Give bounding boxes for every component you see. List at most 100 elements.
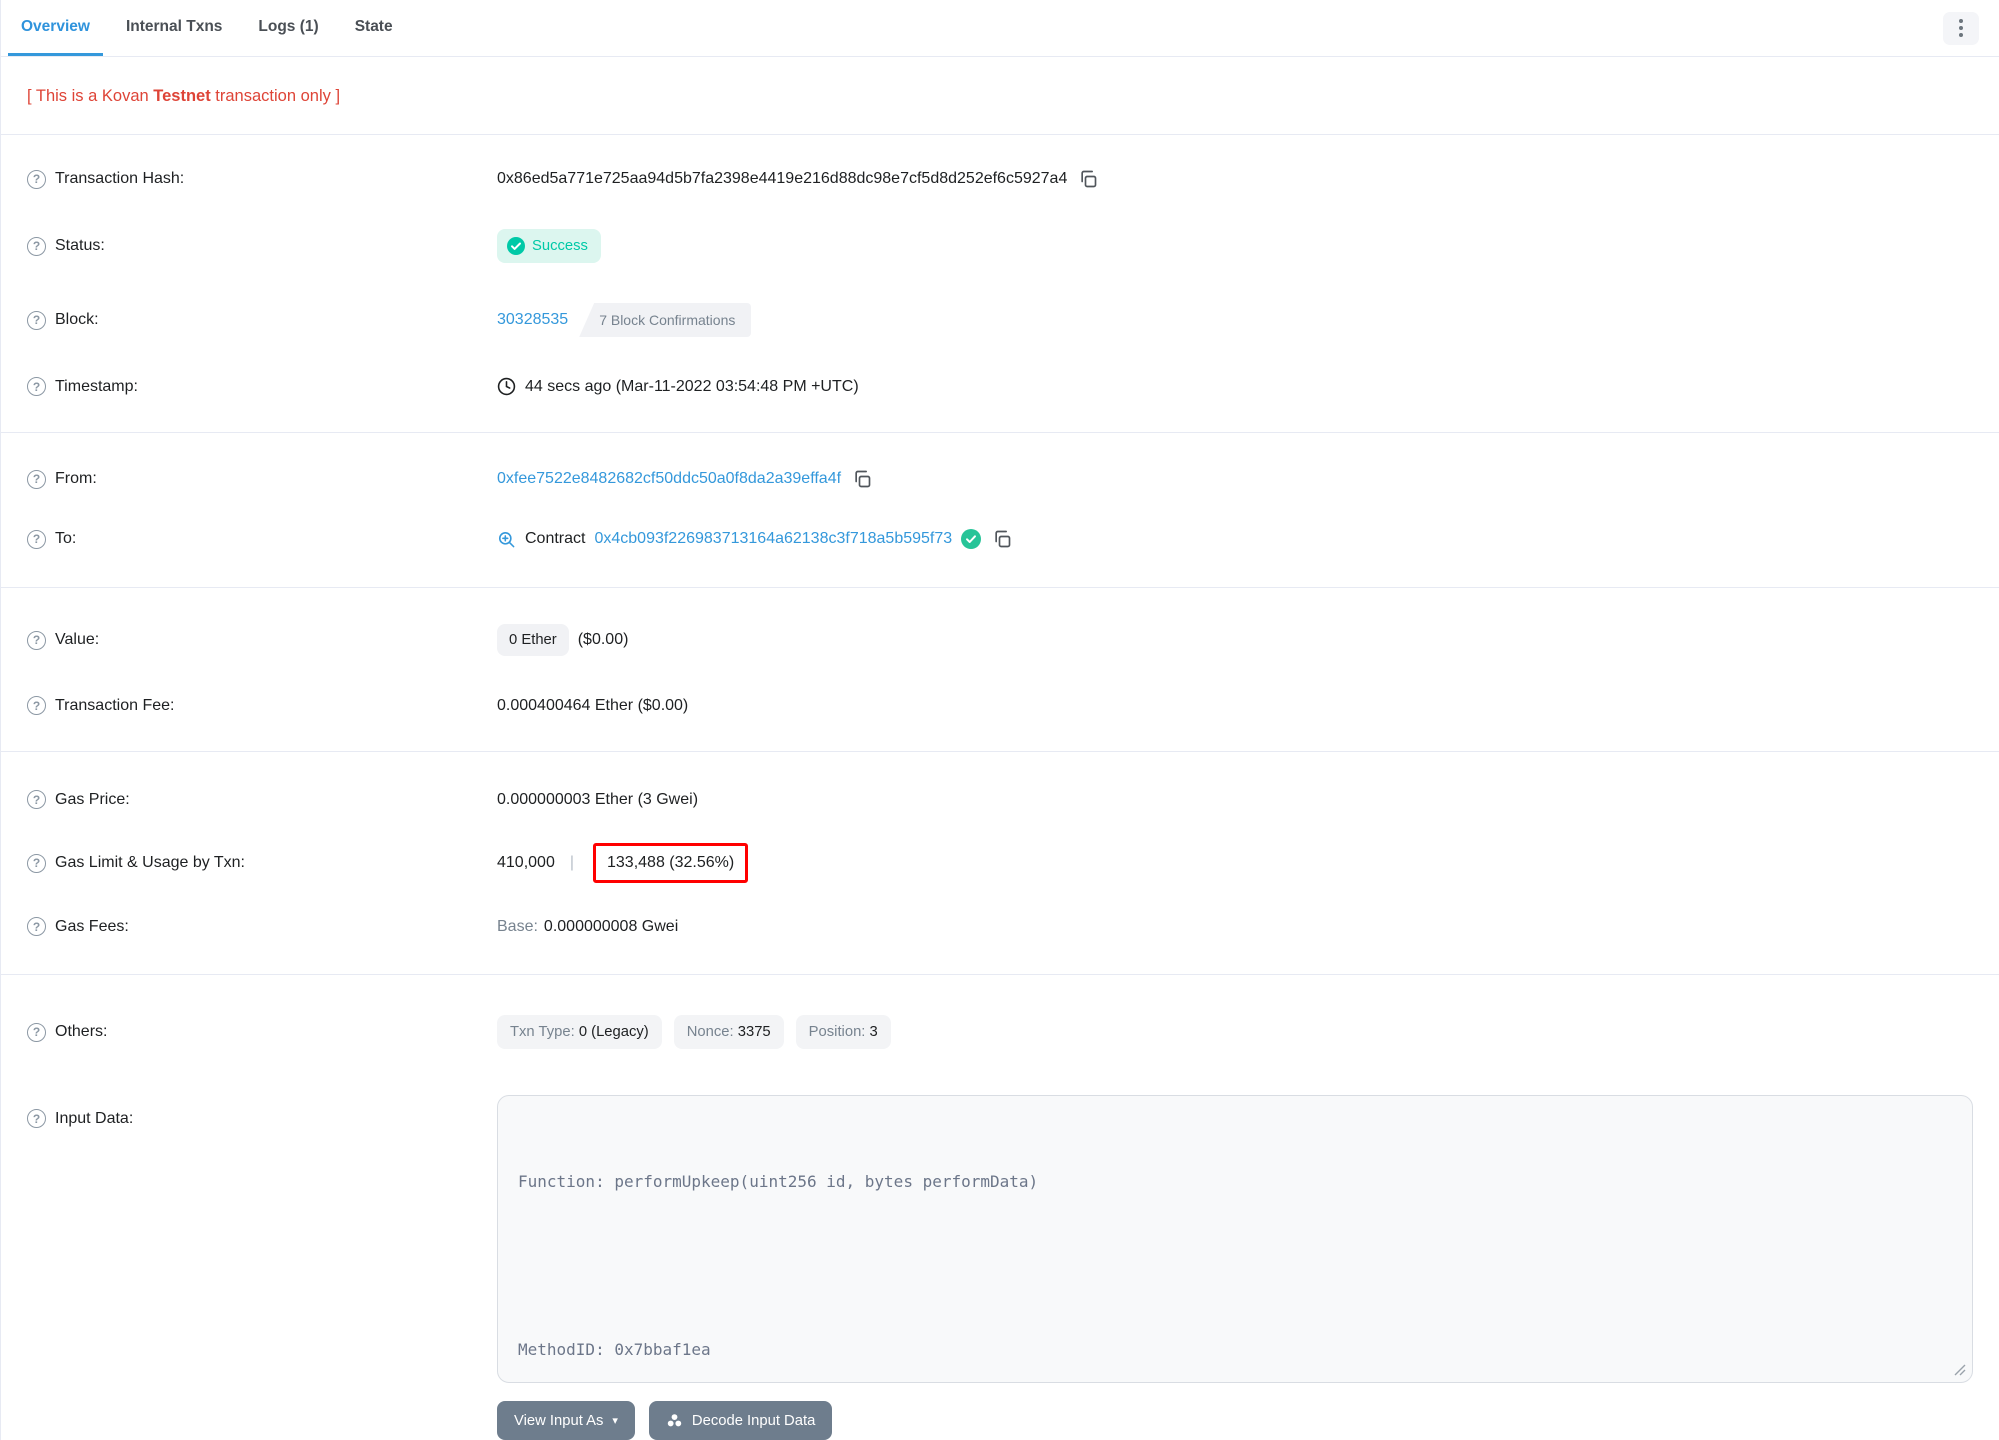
notice-bold: Testnet bbox=[153, 87, 211, 105]
kebab-icon bbox=[1959, 19, 1963, 23]
position-value: 3 bbox=[869, 1024, 878, 1040]
help-icon[interactable]: ? bbox=[27, 310, 46, 330]
input-function-line: Function: performUpkeep(uint256 id, byte… bbox=[518, 1172, 1039, 1191]
nonce-badge: Nonce: 3375 bbox=[673, 1015, 784, 1049]
copy-from-button[interactable] bbox=[850, 469, 874, 489]
tab-list: Overview Internal Txns Logs (1) State bbox=[8, 0, 416, 56]
decode-input-data-label: Decode Input Data bbox=[691, 1412, 816, 1429]
row-status: ? Status: Success bbox=[27, 209, 1973, 283]
row-block: ? Block: 30328535 7 Block Confirmations bbox=[27, 283, 1973, 357]
copy-hash-button[interactable] bbox=[1076, 169, 1100, 189]
block-number-link[interactable]: 30328535 bbox=[497, 311, 568, 329]
block-confirmations-badge: 7 Block Confirmations bbox=[579, 303, 752, 337]
help-icon[interactable]: ? bbox=[27, 853, 46, 873]
testnet-notice: [ This is a Kovan Testnet transaction on… bbox=[1, 57, 1999, 134]
status-label: Status: bbox=[55, 237, 105, 254]
input-blank-line bbox=[518, 1252, 1952, 1280]
help-icon[interactable]: ? bbox=[27, 630, 46, 650]
notice-suffix: transaction only ] bbox=[210, 87, 341, 105]
value-label: Value: bbox=[55, 631, 100, 648]
resize-handle-icon[interactable] bbox=[1954, 1364, 1966, 1376]
row-gas-price: ? Gas Price: 0.000000003 Ether (3 Gwei) bbox=[27, 770, 1973, 829]
tab-overview[interactable]: Overview bbox=[8, 0, 103, 56]
position-name: Position: bbox=[808, 1024, 870, 1040]
value-usd: ($0.00) bbox=[577, 631, 629, 648]
tab-logs[interactable]: Logs (1) bbox=[245, 0, 331, 56]
copy-icon bbox=[995, 530, 1011, 548]
help-icon[interactable]: ? bbox=[27, 790, 46, 809]
transaction-hash-label: Transaction Hash: bbox=[55, 170, 185, 187]
transaction-hash-value: 0x86ed5a771e725aa94d5b7fa2398e4419e216d8… bbox=[497, 170, 1068, 187]
view-input-as-button[interactable]: View Input As ▾ bbox=[497, 1401, 635, 1440]
copy-icon bbox=[1081, 170, 1097, 188]
help-icon[interactable]: ? bbox=[27, 169, 46, 189]
input-method-id: MethodID: 0x7bbaf1ea bbox=[518, 1340, 711, 1359]
decode-input-data-button[interactable]: Decode Input Data bbox=[648, 1401, 833, 1440]
row-gas-limit-usage: ? Gas Limit & Usage by Txn: 410,000 | 133… bbox=[27, 829, 1973, 897]
group-addresses: ? From: 0xfee7522e8482682cf50ddc50a0f8da2… bbox=[1, 432, 1999, 587]
txn-type-value: 0 (Legacy) bbox=[578, 1024, 649, 1040]
gas-base-value: 0.000000008 Gwei bbox=[543, 917, 679, 935]
status-text: Success bbox=[532, 238, 588, 254]
gas-price-value: 0.000000003 Ether (3 Gwei) bbox=[497, 790, 699, 808]
group-value: ? Value: 0 Ether ($0.00) ? Transaction Fee… bbox=[1, 587, 1999, 751]
block-label: Block: bbox=[55, 311, 99, 328]
transaction-fee-value: 0.000400464 Ether ($0.00) bbox=[497, 696, 689, 714]
others-label: Others: bbox=[55, 1023, 108, 1040]
help-icon[interactable]: ? bbox=[27, 469, 46, 489]
zoom-in-icon[interactable] bbox=[497, 530, 516, 549]
copy-icon bbox=[855, 470, 871, 488]
transaction-fee-label: Transaction Fee: bbox=[55, 696, 175, 714]
verified-check-icon bbox=[961, 529, 982, 549]
position-badge: Position: 3 bbox=[795, 1015, 891, 1049]
tab-state[interactable]: State bbox=[342, 0, 406, 56]
row-transaction-hash: ? Transaction Hash: 0x86ed5a771e725aa94d5… bbox=[27, 149, 1973, 209]
txn-type-badge: Txn Type: 0 (Legacy) bbox=[497, 1015, 662, 1049]
copy-to-button[interactable] bbox=[990, 529, 1014, 549]
row-from: ? From: 0xfee7522e8482682cf50ddc50a0f8da2… bbox=[27, 449, 1973, 509]
timestamp-value: 44 secs ago (Mar-11-2022 03:54:48 PM +UT… bbox=[525, 377, 859, 395]
help-icon[interactable]: ? bbox=[27, 529, 46, 549]
input-data-buttons: View Input As ▾ Decode Input Data bbox=[497, 1401, 1973, 1440]
input-data-textarea[interactable]: Function: performUpkeep(uint256 id, byte… bbox=[497, 1095, 1973, 1383]
row-to: ? To: Contract 0x4cb093f226983713164a6213… bbox=[27, 509, 1973, 569]
help-icon[interactable]: ? bbox=[27, 696, 46, 715]
to-address-link[interactable]: 0x4cb093f226983713164a62138c3f718a5b595f… bbox=[594, 530, 952, 548]
nonce-value: 3375 bbox=[737, 1024, 771, 1040]
transaction-overview-page: Overview Internal Txns Logs (1) State [ … bbox=[0, 0, 1999, 1440]
tab-bar: Overview Internal Txns Logs (1) State bbox=[1, 0, 1999, 57]
help-icon[interactable]: ? bbox=[27, 377, 46, 396]
group-others-input: ? Others: Txn Type: 0 (Legacy) Nonce: 337… bbox=[1, 974, 1999, 1440]
gas-limit-value: 410,000 bbox=[497, 854, 555, 871]
gas-fees-label: Gas Fees: bbox=[55, 917, 129, 935]
view-input-as-label: View Input As bbox=[514, 1412, 604, 1429]
help-icon[interactable]: ? bbox=[27, 236, 46, 256]
decode-icon bbox=[667, 1414, 682, 1427]
status-badge: Success bbox=[497, 229, 601, 263]
group-summary: ? Transaction Hash: 0x86ed5a771e725aa94d5… bbox=[1, 134, 1999, 432]
txn-type-name: Txn Type: bbox=[510, 1024, 579, 1040]
help-icon[interactable]: ? bbox=[27, 917, 46, 936]
gas-separator: | bbox=[569, 854, 574, 871]
gas-usage-value: 133,488 (32.56%) bbox=[607, 854, 735, 871]
to-type: Contract bbox=[525, 530, 586, 547]
tab-internal-txns[interactable]: Internal Txns bbox=[113, 0, 235, 56]
gas-limit-label: Gas Limit & Usage by Txn: bbox=[55, 854, 245, 871]
more-options-button[interactable] bbox=[1943, 11, 1979, 45]
to-label: To: bbox=[55, 530, 77, 547]
notice-prefix: [ This is a Kovan bbox=[27, 87, 154, 105]
row-timestamp: ? Timestamp: 44 secs ago (Mar-11-2022 03:… bbox=[27, 357, 1973, 416]
timestamp-label: Timestamp: bbox=[55, 377, 138, 395]
caret-down-icon: ▾ bbox=[612, 1415, 618, 1427]
value-amount-badge: 0 Ether bbox=[497, 624, 569, 656]
input-data-label: Input Data: bbox=[55, 1109, 134, 1127]
row-others: ? Others: Txn Type: 0 (Legacy) Nonce: 337… bbox=[27, 995, 1973, 1069]
row-value: ? Value: 0 Ether ($0.00) bbox=[27, 604, 1973, 676]
nonce-name: Nonce: bbox=[686, 1024, 738, 1040]
help-icon[interactable]: ? bbox=[27, 1109, 46, 1128]
from-address-link[interactable]: 0xfee7522e8482682cf50ddc50a0f8da2a39effa… bbox=[497, 470, 841, 488]
clock-icon bbox=[497, 377, 516, 396]
row-input-data: ? Input Data: Function: performUpkeep(uin… bbox=[27, 1069, 1973, 1440]
gas-base-label: Base: bbox=[497, 917, 538, 935]
help-icon[interactable]: ? bbox=[27, 1022, 46, 1042]
